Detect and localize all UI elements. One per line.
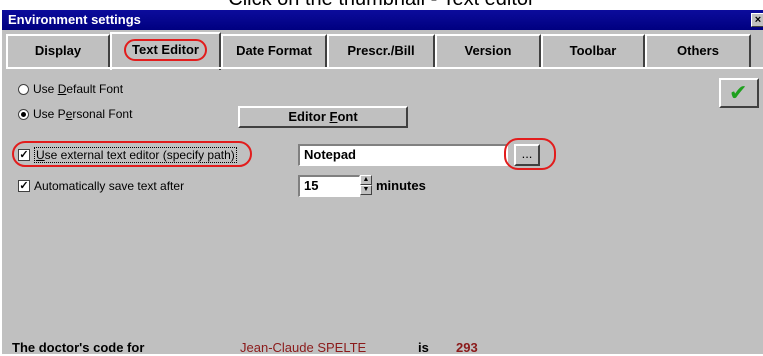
tab-label: Others — [677, 43, 719, 58]
spin-down-button[interactable]: ▼ — [360, 185, 372, 195]
default-font-label: Use Default Font — [33, 82, 124, 96]
tab-strip: Display Text Editor Date Format Prescr./… — [6, 32, 763, 70]
page-caption: Click on the thumbnail - Text editor — [0, 0, 763, 10]
spin-up-button[interactable]: ▲ — [360, 175, 372, 185]
tab-display[interactable]: Display — [6, 34, 110, 68]
tab-date-format[interactable]: Date Format — [221, 34, 327, 68]
environment-settings-window: Environment settings × Display Text Edit… — [0, 10, 763, 355]
use-external-editor-option[interactable]: ✓ Use external text editor (specify path… — [18, 147, 237, 163]
ok-button[interactable]: ✔ — [719, 78, 759, 108]
tab-others[interactable]: Others — [645, 34, 751, 68]
close-button[interactable]: × — [751, 13, 763, 27]
tab-label: Toolbar — [569, 43, 617, 58]
autosave-label: Automatically save text after — [34, 179, 185, 193]
tab-label: Date Format — [236, 43, 312, 58]
default-font-radio[interactable] — [18, 83, 29, 95]
tab-label: Text Editor — [124, 39, 207, 61]
external-editor-checkbox[interactable]: ✓ — [18, 149, 30, 161]
personal-font-label: Use Personal Font — [33, 107, 133, 121]
autosave-option[interactable]: ✓ Automatically save text after — [18, 179, 184, 193]
tab-prescr-bill[interactable]: Prescr./Bill — [327, 34, 435, 68]
use-default-font-option[interactable]: Use Default Font — [18, 82, 123, 96]
window-title: Environment settings — [8, 12, 141, 27]
tab-toolbar[interactable]: Toolbar — [541, 34, 645, 68]
tab-label: Prescr./Bill — [347, 43, 415, 58]
tab-panel-border — [6, 67, 763, 69]
autosave-unit-label: minutes — [376, 178, 426, 193]
tab-label: Version — [464, 43, 512, 58]
external-editor-path-field[interactable]: Notepad — [298, 144, 508, 166]
external-editor-label: Use external text editor (specify path) — [34, 147, 237, 163]
tab-version[interactable]: Version — [435, 34, 541, 68]
tab-label: Display — [34, 43, 82, 58]
check-icon: ✔ — [729, 80, 748, 105]
personal-font-radio[interactable] — [18, 108, 29, 120]
autosave-checkbox[interactable]: ✓ — [18, 180, 30, 192]
browse-button[interactable]: ... — [514, 144, 540, 166]
tab-text-editor[interactable]: Text Editor — [110, 32, 221, 70]
title-bar: Environment settings × — [2, 10, 763, 30]
use-personal-font-option[interactable]: Use Personal Font — [18, 107, 132, 121]
autosave-minutes-field[interactable]: 15 — [298, 175, 360, 197]
editor-font-button[interactable]: Editor Font — [238, 106, 408, 128]
